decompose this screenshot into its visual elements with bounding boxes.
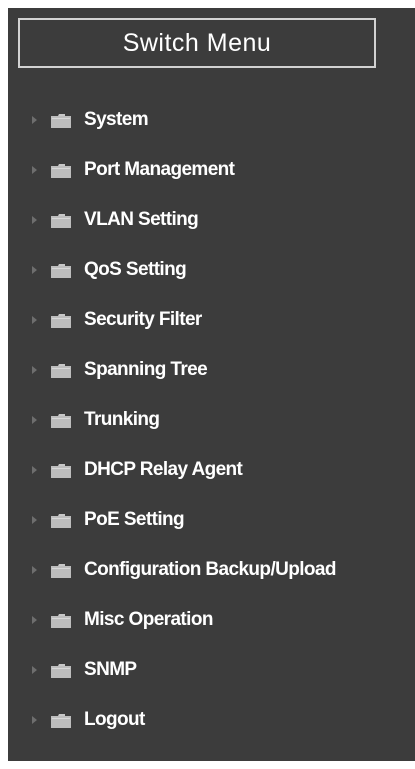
menu-item-label[interactable]: SNMP	[84, 659, 137, 681]
switch-menu-panel: Switch Menu System Port Management VLAN …	[8, 8, 415, 761]
menu-item-label[interactable]: Trunking	[84, 409, 160, 431]
menu-item-label[interactable]: System	[84, 109, 149, 131]
menu-item-spanning-tree[interactable]: Spanning Tree	[8, 358, 415, 383]
expand-arrow-icon[interactable]	[32, 366, 37, 374]
folder-icon	[51, 714, 71, 728]
expand-arrow-icon[interactable]	[32, 266, 37, 274]
folder-icon	[51, 614, 71, 628]
menu-title: Switch Menu	[18, 18, 376, 68]
menu-list: System Port Management VLAN Setting QoS …	[8, 108, 415, 758]
folder-icon	[51, 114, 71, 128]
menu-item-logout[interactable]: Logout	[8, 708, 415, 733]
expand-arrow-icon[interactable]	[32, 616, 37, 624]
menu-item-label[interactable]: Misc Operation	[84, 609, 213, 631]
menu-item-label[interactable]: QoS Setting	[84, 259, 187, 281]
folder-icon	[51, 514, 71, 528]
folder-icon	[51, 164, 71, 178]
menu-item-label[interactable]: Spanning Tree	[84, 359, 208, 381]
expand-arrow-icon[interactable]	[32, 166, 37, 174]
menu-item-label[interactable]: Port Management	[84, 159, 235, 181]
menu-item-qos-setting[interactable]: QoS Setting	[8, 258, 415, 283]
folder-icon	[51, 464, 71, 478]
menu-item-label[interactable]: Logout	[84, 709, 145, 731]
menu-item-system[interactable]: System	[8, 108, 415, 133]
menu-item-port-management[interactable]: Port Management	[8, 158, 415, 183]
menu-item-trunking[interactable]: Trunking	[8, 408, 415, 433]
folder-icon	[51, 214, 71, 228]
menu-item-label[interactable]: Security Filter	[84, 309, 202, 331]
folder-icon	[51, 664, 71, 678]
menu-item-dhcp-relay-agent[interactable]: DHCP Relay Agent	[8, 458, 415, 483]
folder-icon	[51, 264, 71, 278]
folder-icon	[51, 364, 71, 378]
expand-arrow-icon[interactable]	[32, 666, 37, 674]
folder-icon	[51, 564, 71, 578]
menu-item-poe-setting[interactable]: PoE Setting	[8, 508, 415, 533]
expand-arrow-icon[interactable]	[32, 216, 37, 224]
menu-item-vlan-setting[interactable]: VLAN Setting	[8, 208, 415, 233]
expand-arrow-icon[interactable]	[32, 416, 37, 424]
menu-item-configuration-backup-upload[interactable]: Configuration Backup/Upload	[8, 558, 415, 583]
expand-arrow-icon[interactable]	[32, 116, 37, 124]
menu-item-snmp[interactable]: SNMP	[8, 658, 415, 683]
folder-icon	[51, 314, 71, 328]
menu-item-label[interactable]: DHCP Relay Agent	[84, 459, 243, 481]
expand-arrow-icon[interactable]	[32, 466, 37, 474]
menu-item-security-filter[interactable]: Security Filter	[8, 308, 415, 333]
menu-item-misc-operation[interactable]: Misc Operation	[8, 608, 415, 633]
menu-item-label[interactable]: Configuration Backup/Upload	[84, 559, 337, 581]
expand-arrow-icon[interactable]	[32, 516, 37, 524]
menu-item-label[interactable]: VLAN Setting	[84, 209, 199, 231]
expand-arrow-icon[interactable]	[32, 316, 37, 324]
folder-icon	[51, 414, 71, 428]
menu-item-label[interactable]: PoE Setting	[84, 509, 185, 531]
expand-arrow-icon[interactable]	[32, 716, 37, 724]
expand-arrow-icon[interactable]	[32, 566, 37, 574]
